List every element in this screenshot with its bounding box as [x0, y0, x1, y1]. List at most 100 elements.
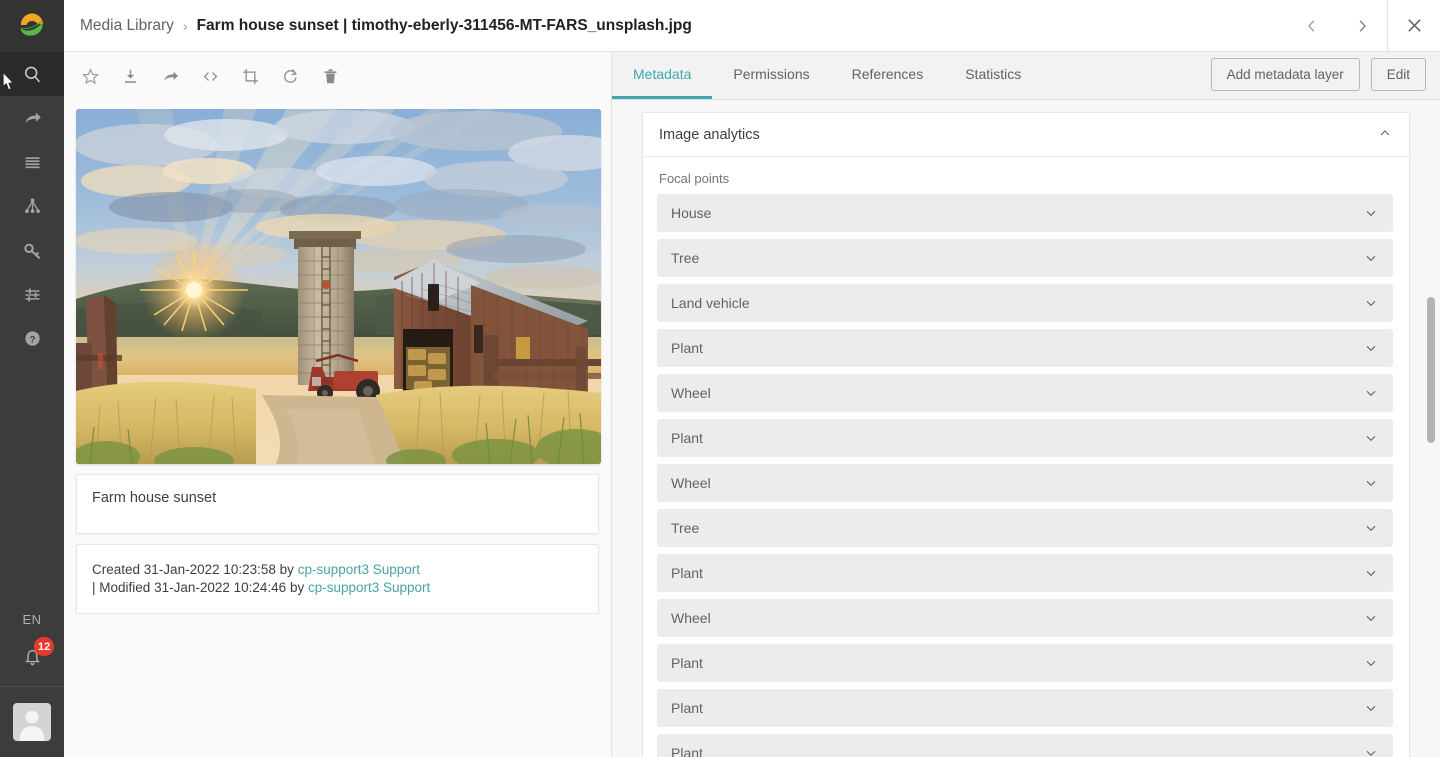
notifications-button[interactable]: 12	[0, 634, 64, 680]
chevron-down-icon[interactable]	[1363, 475, 1379, 491]
asset-thumbnail[interactable]	[76, 109, 601, 464]
header-navigation	[1287, 0, 1440, 52]
sidebar-item-key[interactable]	[0, 228, 64, 272]
chevron-down-icon[interactable]	[1363, 295, 1379, 311]
chevron-down-icon[interactable]	[1363, 655, 1379, 671]
focal-point-label: Plant	[671, 430, 703, 446]
chevron-down-icon[interactable]	[1363, 385, 1379, 401]
embed-code-button[interactable]	[194, 60, 226, 92]
focal-point-row[interactable]: Plant	[657, 554, 1393, 592]
focal-point-row[interactable]: House	[657, 194, 1393, 232]
user-avatar-icon	[19, 710, 45, 741]
focal-points-list: House Tree Land vehicle Plant Wheel Plant Whee…	[657, 194, 1393, 757]
focal-point-row[interactable]: Plant	[657, 644, 1393, 682]
tab-metadata-label: Metadata	[633, 65, 692, 82]
left-navigation-rail: ? EN 12	[0, 0, 64, 757]
leaf-sun-logo-icon	[20, 13, 43, 36]
focal-point-label: Tree	[671, 520, 700, 536]
previous-asset-button[interactable]	[1287, 0, 1337, 52]
breadcrumb-root-link[interactable]: Media Library	[80, 17, 174, 35]
vertical-scrollbar-thumb[interactable]	[1427, 297, 1435, 443]
chevron-down-icon[interactable]	[1363, 340, 1379, 356]
focal-point-row[interactable]: Plant	[657, 734, 1393, 757]
image-analytics-header[interactable]: Image analytics	[643, 113, 1409, 157]
focal-point-row[interactable]: Plant	[657, 329, 1393, 367]
tab-statistics[interactable]: Statistics	[944, 51, 1042, 99]
chevron-down-icon[interactable]	[1363, 745, 1379, 757]
rail-item-list: ?	[0, 52, 64, 360]
chevron-down-icon[interactable]	[1363, 520, 1379, 536]
key-icon	[23, 243, 40, 259]
sidebar-item-search[interactable]	[0, 52, 64, 96]
delete-button[interactable]	[314, 60, 346, 92]
chevron-right-icon	[1359, 19, 1366, 32]
created-user-link[interactable]: cp-support3 Support	[298, 562, 420, 577]
crop-button[interactable]	[234, 60, 266, 92]
trash-icon	[324, 68, 336, 83]
download-button[interactable]	[114, 60, 146, 92]
close-icon	[1407, 19, 1421, 32]
favorite-button[interactable]	[74, 60, 106, 92]
focal-point-row[interactable]: Wheel	[657, 599, 1393, 637]
star-icon	[81, 67, 99, 84]
sidebar-item-tree[interactable]	[0, 184, 64, 228]
created-line: Created 31-Jan-2022 10:23:58 by cp-suppo…	[92, 561, 583, 579]
notification-badge: 12	[34, 637, 55, 656]
asset-audit-info: Created 31-Jan-2022 10:23:58 by cp-suppo…	[77, 545, 598, 613]
focal-point-row[interactable]: Land vehicle	[657, 284, 1393, 322]
focal-point-label: Land vehicle	[671, 295, 750, 311]
preview-body: Farm house sunset Created 31-Jan-2022 10…	[64, 100, 611, 614]
user-avatar-button[interactable]	[0, 687, 64, 757]
tab-permissions[interactable]: Permissions	[712, 51, 830, 99]
close-button[interactable]	[1388, 0, 1440, 52]
next-asset-button[interactable]	[1337, 0, 1387, 52]
sidebar-item-list[interactable]	[0, 140, 64, 184]
download-icon	[124, 69, 136, 83]
chevron-down-icon[interactable]	[1363, 565, 1379, 581]
rotate-button[interactable]	[274, 60, 306, 92]
image-analytics-title: Image analytics	[659, 126, 760, 143]
chevron-down-icon[interactable]	[1363, 610, 1379, 626]
sidebar-item-help[interactable]: ?	[0, 316, 64, 360]
focal-point-row[interactable]: Wheel	[657, 374, 1393, 412]
chevron-down-icon[interactable]	[1363, 250, 1379, 266]
share-button[interactable]	[154, 60, 186, 92]
chevron-down-icon[interactable]	[1363, 430, 1379, 446]
tab-statistics-label: Statistics	[965, 65, 1022, 82]
tab-metadata[interactable]: Metadata	[612, 51, 713, 99]
chevron-up-icon[interactable]	[1377, 125, 1393, 145]
share-arrow-icon	[25, 112, 41, 123]
app-logo[interactable]	[0, 0, 64, 52]
sidebar-item-settings[interactable]	[0, 272, 64, 316]
rotate-icon	[283, 68, 297, 83]
focal-point-label: Plant	[671, 745, 703, 757]
focal-points-label: Focal points	[659, 171, 730, 186]
chevron-down-icon[interactable]	[1363, 205, 1379, 221]
help-circle-icon: ?	[24, 330, 40, 346]
chevron-down-icon[interactable]	[1363, 700, 1379, 716]
breadcrumb: Media Library › Farm house sunset | timo…	[64, 17, 1287, 35]
asset-toolbar	[64, 52, 611, 100]
hierarchy-tree-icon	[24, 198, 40, 213]
tab-references[interactable]: References	[831, 51, 945, 99]
created-date: 31-Jan-2022 10:23:58	[143, 562, 276, 577]
focal-point-row[interactable]: Tree	[657, 509, 1393, 547]
language-indicator[interactable]: EN	[0, 604, 64, 634]
code-icon	[203, 71, 217, 81]
focal-point-label: Wheel	[671, 475, 711, 491]
focal-point-row[interactable]: Tree	[657, 239, 1393, 277]
focal-point-row[interactable]: Plant	[657, 419, 1393, 457]
focal-point-label: Plant	[671, 655, 703, 671]
focal-point-row[interactable]: Plant	[657, 689, 1393, 727]
modified-user-link[interactable]: cp-support3 Support	[308, 580, 430, 595]
created-by-label: by	[279, 562, 294, 577]
app-root: ? EN 12 Media Library › Farm house sunse…	[0, 0, 1440, 757]
edit-button[interactable]: Edit	[1370, 58, 1426, 91]
add-metadata-layer-button[interactable]: Add metadata layer	[1210, 58, 1360, 91]
tab-references-label: References	[851, 65, 924, 82]
modified-by-label: by	[289, 579, 305, 595]
focal-point-row[interactable]: Wheel	[657, 464, 1393, 502]
asset-meta-card: Created 31-Jan-2022 10:23:58 by cp-suppo…	[76, 544, 599, 614]
sidebar-item-share[interactable]	[0, 96, 64, 140]
modified-date: 31-Jan-2022 10:24:46	[154, 579, 287, 595]
